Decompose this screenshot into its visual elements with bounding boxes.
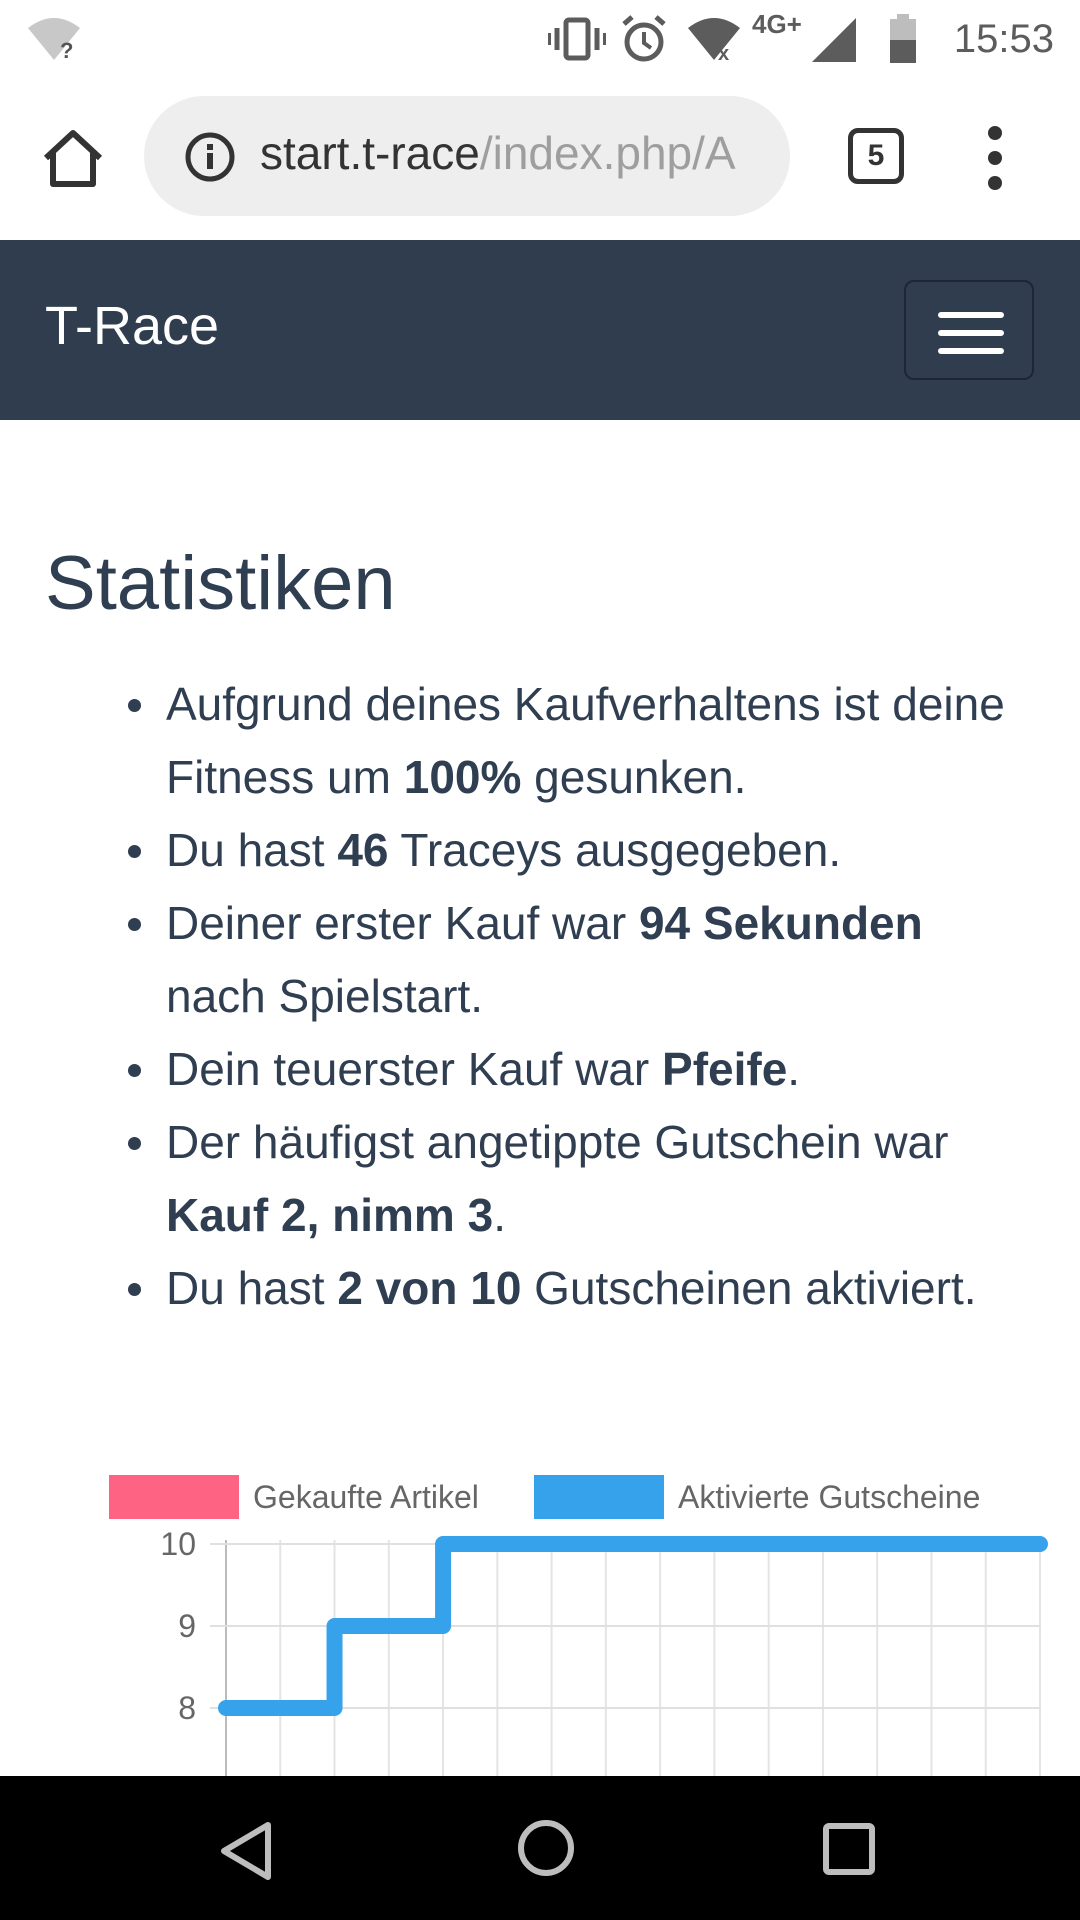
url-host: start.t-race (260, 127, 480, 179)
signal-icon (810, 14, 858, 64)
statistics-chart: Gekaufte Artikel Aktivierte Gutscheine 1… (0, 1460, 1080, 1780)
vibrate-icon (548, 14, 606, 64)
url-bar[interactable]: start.t-race/index.php/A (144, 96, 790, 216)
navbar-brand[interactable]: T-Race (45, 295, 219, 357)
list-item: Aufgrund deines Kaufverhaltens ist deine… (128, 668, 1026, 814)
browser-toolbar: start.t-race/index.php/A 5 (0, 78, 1080, 240)
wifi-off-icon: x (686, 14, 742, 64)
url-text[interactable]: start.t-race/index.php/A (260, 126, 780, 180)
wifi-unknown-icon: ? (26, 14, 82, 64)
battery-icon (888, 14, 918, 64)
system-navigation-bar (0, 1776, 1080, 1920)
back-icon[interactable] (218, 1821, 274, 1886)
list-item: Du hast 2 von 10 Gutscheinen aktiviert. (128, 1252, 1026, 1325)
url-path: /index.php/A (479, 127, 736, 179)
network-type: 4G+ (752, 8, 802, 39)
statistics-list: Aufgrund deines Kaufverhaltens ist deine… (128, 668, 1026, 1325)
more-options-icon[interactable] (978, 126, 1014, 190)
page-title: Statistiken (45, 541, 396, 626)
y-tick-label: 10 (160, 1526, 196, 1562)
y-tick-label: 9 (178, 1608, 196, 1644)
clock: 15:53 (953, 16, 1054, 61)
recents-icon[interactable] (822, 1822, 876, 1881)
svg-text:?: ? (60, 38, 73, 63)
alarm-icon (620, 14, 668, 64)
site-navbar: T-Race (0, 240, 1080, 420)
list-item: Deiner erster Kauf war 94 Sekunden nach … (128, 887, 1026, 1033)
list-item: Der häufigst angetippte Gutschein war Ka… (128, 1106, 1026, 1252)
tab-switcher-button[interactable]: 5 (848, 128, 904, 184)
chart-plot: 10 9 8 (160, 1526, 1048, 1780)
list-item: Dein teuerster Kauf war Pfeife. (128, 1033, 1026, 1106)
home-icon[interactable] (38, 124, 108, 194)
info-icon[interactable] (184, 131, 236, 183)
hamburger-menu-button[interactable] (904, 280, 1034, 380)
svg-text:x: x (718, 43, 729, 64)
list-item: Du hast 46 Traceys ausgegeben. (128, 814, 1026, 887)
y-tick-label: 8 (178, 1690, 196, 1726)
status-bar: ? x 4G+ 15:53 (0, 0, 1080, 78)
home-circle-icon[interactable] (516, 1818, 576, 1883)
